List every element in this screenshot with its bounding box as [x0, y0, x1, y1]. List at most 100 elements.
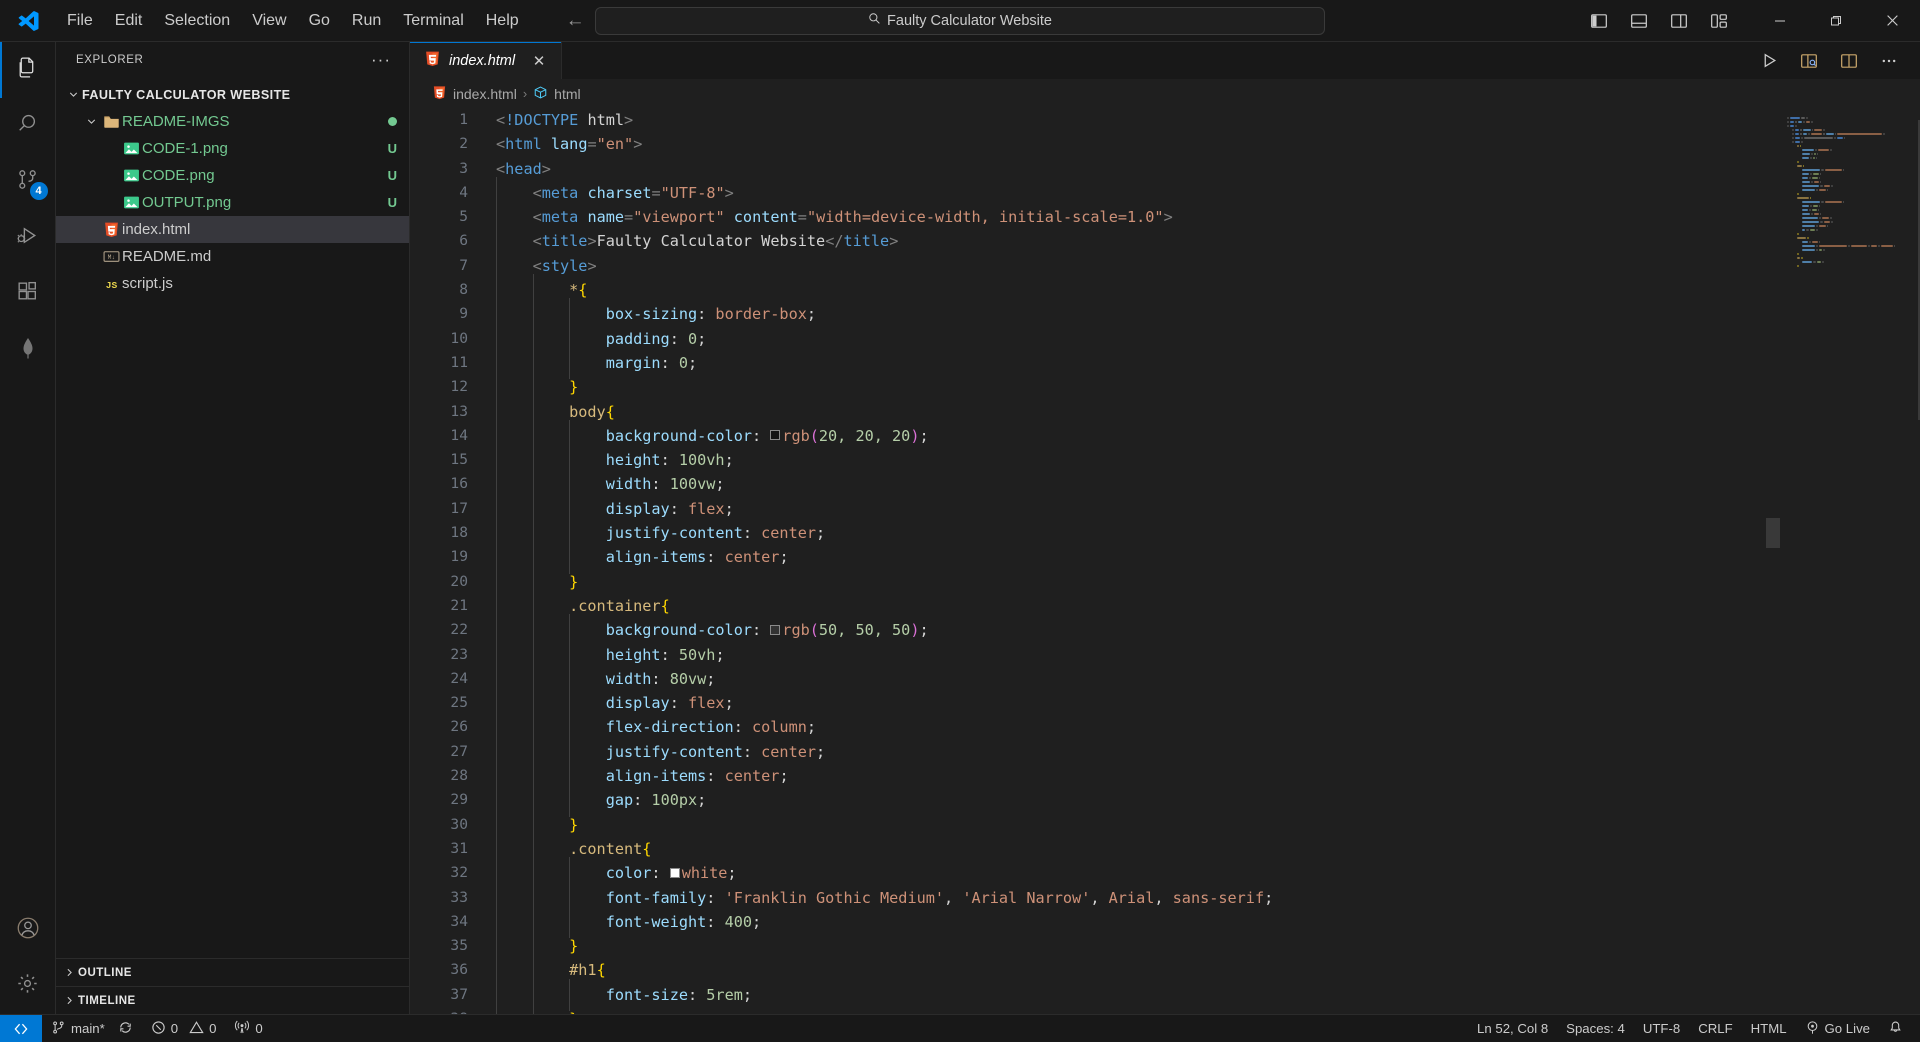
search-icon [868, 12, 881, 29]
tree-item-label: CODE.png [142, 167, 215, 184]
code-line-text: font-family: 'Franklin Gothic Medium', '… [496, 881, 1273, 915]
indent-guide [532, 832, 570, 866]
remote-window-indicator[interactable] [0, 1014, 42, 1042]
minimap-token [1811, 120, 1813, 124]
tree-item-output-png[interactable]: OUTPUT.png U [56, 189, 409, 216]
tree-item-code-png[interactable]: CODE.png U [56, 162, 409, 189]
close-button[interactable] [1864, 0, 1920, 42]
menu-file[interactable]: File [56, 7, 104, 35]
menu-run[interactable]: Run [341, 7, 392, 35]
status-branch[interactable]: main* [42, 1015, 142, 1042]
run-code-button[interactable] [1756, 48, 1782, 74]
status-problems[interactable]: 0 0 [142, 1015, 226, 1042]
indent-guide [569, 857, 606, 890]
status-eol[interactable]: CRLF [1689, 1015, 1741, 1042]
indent-guide [569, 614, 606, 647]
status-go-live[interactable]: Go Live [1796, 1015, 1879, 1042]
status-notifications[interactable] [1879, 1015, 1912, 1042]
tree-item-readme-imgs[interactable]: README-IMGS [56, 108, 409, 135]
indent-guide [532, 735, 570, 769]
menu-view[interactable]: View [241, 7, 297, 35]
activity-manage-settings[interactable] [0, 958, 56, 1014]
menu-terminal[interactable]: Terminal [392, 7, 474, 35]
close-icon[interactable]: ✕ [529, 52, 549, 70]
color-swatch[interactable] [770, 430, 781, 441]
minimap-indent [1786, 265, 1796, 268]
indent-guide [496, 759, 533, 793]
minimap-token [1817, 148, 1830, 152]
tab-index-html[interactable]: index.html ✕ [410, 42, 563, 79]
menu-go[interactable]: Go [298, 7, 341, 35]
code-line: 21 .container{ [410, 589, 1780, 623]
activity-accounts[interactable] [0, 902, 56, 958]
token-punc: : [669, 329, 688, 348]
color-swatch[interactable] [669, 867, 680, 878]
activity-extensions[interactable] [0, 266, 56, 322]
status-cursor-position[interactable]: Ln 52, Col 8 [1468, 1015, 1557, 1042]
tree-item-code-1-png[interactable]: CODE-1.png U [56, 135, 409, 162]
tree-root-folder[interactable]: FAULTY CALCULATOR WEBSITE [56, 81, 409, 108]
go-back-icon[interactable]: ← [566, 11, 585, 30]
indent-guide [496, 492, 533, 526]
color-swatch[interactable] [770, 624, 781, 635]
status-indentation[interactable]: Spaces: 4 [1557, 1015, 1634, 1042]
minimap-indent [1786, 237, 1796, 240]
html5-file-icon [100, 221, 122, 238]
tree-item-readme-md[interactable]: M↓ README.md [56, 243, 409, 270]
tree-item-script-js[interactable]: JS script.js [56, 270, 409, 297]
sync-icon[interactable] [118, 1020, 133, 1038]
status-language-mode[interactable]: HTML [1742, 1015, 1796, 1042]
activity-run-and-debug[interactable] [0, 210, 56, 266]
minimize-button[interactable] [1752, 0, 1808, 42]
image-file-icon [120, 194, 142, 211]
maximize-button[interactable] [1808, 0, 1864, 42]
menu-help[interactable]: Help [475, 7, 530, 35]
minimap-token [1877, 244, 1881, 248]
indent-guide [569, 516, 606, 550]
open-preview-to-side-button[interactable] [1796, 48, 1822, 74]
minimap-token [1802, 156, 1809, 160]
status-encoding[interactable]: UTF-8 [1634, 1015, 1689, 1042]
css-color-fn: rgb [782, 621, 810, 640]
minimap-token [1836, 136, 1843, 140]
tree-item-index-html[interactable]: index.html [56, 216, 409, 243]
image-file-icon [120, 140, 142, 157]
minimap-token [1816, 228, 1818, 232]
sidebar-more-actions-icon[interactable]: ··· [371, 50, 401, 70]
activity-search[interactable] [0, 98, 56, 154]
indent-guide [569, 492, 606, 526]
editor-vertical-scrollbar[interactable] [1766, 518, 1780, 548]
status-ports[interactable]: 0 [225, 1015, 271, 1042]
minimap[interactable] [1780, 108, 1920, 1014]
code-line: 32 color: white; [410, 857, 1780, 890]
token-sel: .content [569, 839, 643, 858]
token-str: "UTF-8" [660, 183, 725, 202]
token-punc: : [687, 985, 707, 1004]
toggle-secondary-sidebar-icon[interactable] [1664, 6, 1694, 36]
minimap-indent [1786, 177, 1801, 180]
code-editor[interactable]: 1 <!DOCTYPE html> 2 <html lang="en"> 3 <head>… [410, 108, 1920, 1014]
toggle-primary-sidebar-icon[interactable] [1584, 6, 1614, 36]
token-tagpunct: < [532, 256, 542, 275]
more-actions-button[interactable] [1876, 48, 1902, 74]
customize-layout-icon[interactable] [1704, 6, 1734, 36]
toggle-panel-icon[interactable] [1624, 6, 1654, 36]
command-center[interactable]: Faulty Calculator Website [595, 6, 1325, 35]
split-editor-right-button[interactable] [1836, 48, 1862, 74]
breadcrumb-file[interactable]: index.html [453, 86, 517, 102]
menu-selection[interactable]: Selection [153, 7, 241, 35]
minimap-token [1797, 264, 1799, 268]
error-icon [151, 1020, 166, 1038]
code-line-text: *{ [496, 274, 587, 307]
token-punc: ; [724, 499, 734, 518]
outline-panel-header[interactable]: OUTLINE [56, 958, 409, 986]
timeline-panel-header[interactable]: TIMELINE [56, 986, 409, 1014]
minimap-token [1797, 192, 1799, 196]
activity-source-control[interactable]: 4 [0, 154, 56, 210]
breadcrumb-symbol[interactable]: html [554, 86, 580, 102]
minimap-token [1802, 152, 1811, 156]
minimap-token [1823, 132, 1825, 136]
activity-explorer[interactable] [0, 42, 56, 98]
menu-edit[interactable]: Edit [104, 7, 154, 35]
activity-mongodb[interactable] [0, 322, 56, 378]
